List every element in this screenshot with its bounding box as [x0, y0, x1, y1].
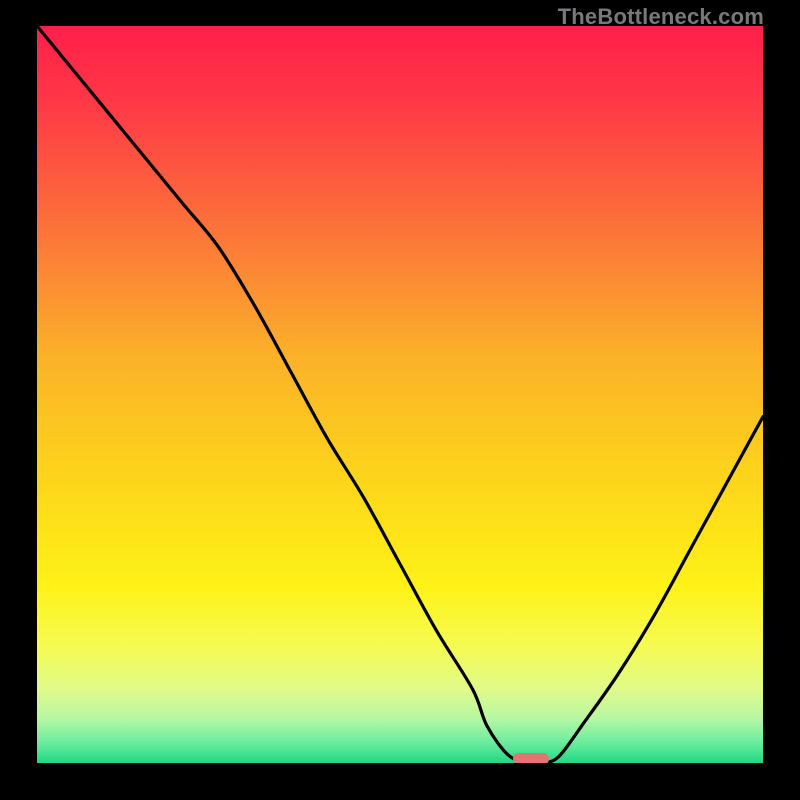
plot-area: [37, 26, 763, 763]
bottleneck-curve: [37, 26, 763, 763]
optimal-marker: [513, 753, 549, 763]
chart-frame: TheBottleneck.com: [0, 0, 800, 800]
